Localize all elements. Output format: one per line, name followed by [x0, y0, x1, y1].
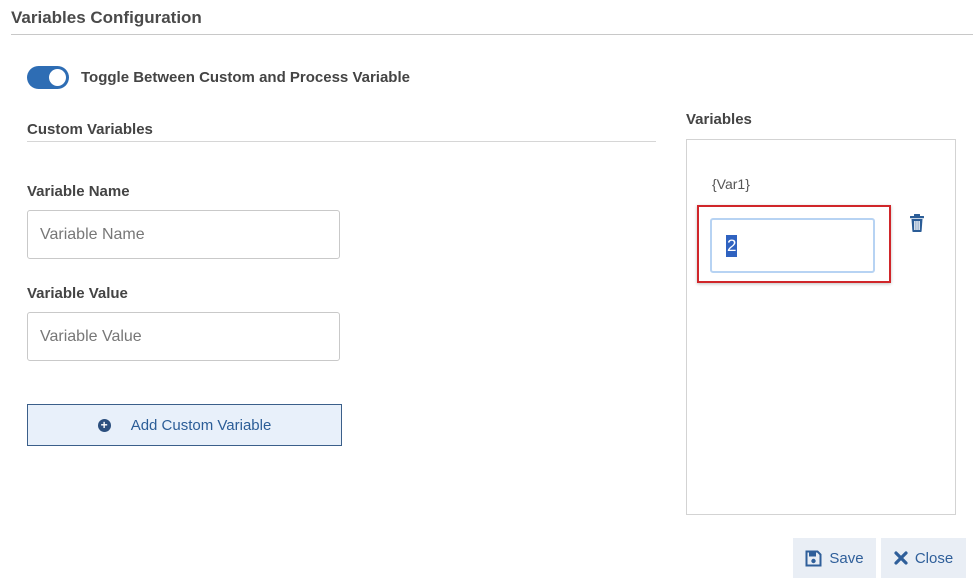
trash-icon[interactable]: [908, 213, 926, 233]
plus-circle-icon: +: [97, 418, 111, 432]
save-icon: [805, 550, 822, 566]
close-button-label: Close: [914, 549, 954, 567]
variables-heading: Variables: [686, 111, 752, 128]
save-button-label: Save: [829, 549, 864, 567]
selected-value-text: 2: [726, 235, 738, 257]
custom-variables-divider: [27, 141, 656, 142]
add-custom-variable-label: Add Custom Variable: [130, 416, 272, 434]
variable-item-name: {Var1}: [712, 176, 750, 192]
title-divider: [11, 34, 973, 35]
add-custom-variable-button[interactable]: + Add Custom Variable: [27, 404, 342, 446]
close-button[interactable]: Close: [881, 538, 966, 578]
variable-name-input[interactable]: [27, 210, 340, 259]
variable-type-toggle[interactable]: [27, 66, 69, 89]
close-icon: [894, 551, 908, 565]
toggle-label: Toggle Between Custom and Process Variab…: [81, 69, 410, 86]
toggle-knob: [49, 69, 66, 86]
variable-value-input[interactable]: [27, 312, 340, 361]
variable-value-label: Variable Value: [27, 285, 128, 302]
variable-name-label: Variable Name: [27, 183, 130, 200]
page-title: Variables Configuration: [11, 8, 202, 27]
variables-panel: [686, 139, 956, 515]
save-button[interactable]: Save: [793, 538, 876, 578]
custom-variables-heading: Custom Variables: [27, 121, 153, 138]
